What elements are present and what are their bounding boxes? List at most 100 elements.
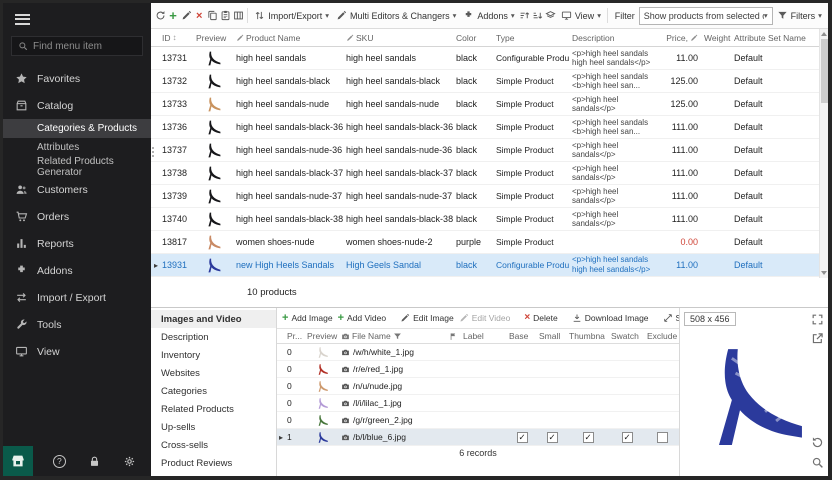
checkbox-exclude[interactable]	[657, 432, 668, 443]
detail-tab[interactable]: Categories	[151, 382, 276, 400]
add-video-button[interactable]: +Add Video	[338, 313, 387, 324]
add-product-button[interactable]: +	[167, 6, 179, 26]
column-header-product-name[interactable]: Product Name	[233, 33, 343, 43]
menu-icon[interactable]	[3, 3, 43, 31]
copy-button[interactable]	[206, 6, 218, 26]
delete-button[interactable]: ×	[193, 6, 205, 26]
paste-button[interactable]	[219, 6, 231, 26]
image-row[interactable]: 0 /r/e/red_1.jpg	[277, 361, 679, 378]
column-header-type[interactable]: Type	[493, 33, 569, 43]
sidebar-item-related-products-generator[interactable]: Related Products Generator	[3, 157, 151, 176]
vertical-scrollbar[interactable]	[819, 29, 828, 278]
image-row[interactable]: ▸ 1 /b/l/blue_6.jpg ✓ ✓ ✓ ✓	[277, 429, 679, 446]
sidebar-item-favorites[interactable]: Favorites	[3, 65, 151, 92]
edit-button[interactable]	[180, 6, 192, 26]
columns-button[interactable]	[232, 6, 244, 26]
product-row[interactable]: 13731 high heel sandals high heel sandal…	[151, 47, 819, 70]
add-image-button[interactable]: +Add Image	[282, 313, 333, 324]
sidebar-item-tools[interactable]: Tools	[3, 311, 151, 338]
product-row[interactable]: 13732 high heel sandals-black high heel …	[151, 70, 819, 93]
sort-descending-button[interactable]	[532, 6, 544, 26]
column-header-preview[interactable]: Preview	[193, 33, 233, 43]
view-menu[interactable]: View▾	[558, 6, 604, 26]
addons-menu[interactable]: Addons▾	[460, 6, 517, 26]
search-input[interactable]	[33, 41, 136, 52]
product-row[interactable]: 13740 high heel sandals-black-38 high he…	[151, 208, 819, 231]
image-row[interactable]: 0 /n/u/nude.jpg	[277, 378, 679, 395]
filters-menu[interactable]: Filters▾	[774, 6, 825, 26]
store-manager-icon[interactable]	[3, 446, 33, 476]
open-external-icon[interactable]	[811, 332, 824, 345]
sort-ascending-button[interactable]	[519, 6, 531, 26]
product-row[interactable]: 13738 high heel sandals-black-37 high he…	[151, 162, 819, 185]
detail-tab[interactable]: Product Reviews	[151, 454, 276, 472]
column-header-price[interactable]: Price,	[657, 33, 701, 43]
column-header-weight[interactable]: Weight	[701, 33, 731, 43]
column-header-description[interactable]: Description	[569, 33, 657, 43]
checkbox-thumbnail[interactable]: ✓	[583, 432, 594, 443]
image-row[interactable]: 0 /w/h/white_1.jpg	[277, 344, 679, 361]
refresh-button[interactable]	[154, 6, 166, 26]
edit-video-button[interactable]: Edit Video	[459, 313, 511, 323]
detail-tab[interactable]: Images and Video	[151, 310, 276, 328]
checkbox-base[interactable]: ✓	[517, 432, 528, 443]
detail-tab[interactable]: Inventory	[151, 346, 276, 364]
column-header-swatch[interactable]: Swatch	[609, 331, 645, 341]
delete-image-button[interactable]: ×Delete	[524, 313, 557, 323]
detail-tab[interactable]: Cross-sells	[151, 436, 276, 454]
zoom-icon[interactable]	[811, 456, 824, 469]
sidebar-item-addons[interactable]: Addons	[3, 257, 151, 284]
detail-tab[interactable]: Description	[151, 328, 276, 346]
scroll-up-arrow[interactable]	[821, 32, 827, 36]
sidebar-item-customers[interactable]: Customers	[3, 176, 151, 203]
product-row[interactable]: 13739 high heel sandals-nude-37 high hee…	[151, 185, 819, 208]
column-header-thumbnail[interactable]: Thumbna	[567, 331, 609, 341]
set-resize-rule-button[interactable]: Set Resize Rule	[663, 313, 679, 323]
preview-image[interactable]	[695, 332, 813, 462]
checkbox-small[interactable]: ✓	[547, 432, 558, 443]
column-header-sku[interactable]: SKU	[343, 33, 453, 43]
edit-image-button[interactable]: Edit Image	[400, 313, 454, 323]
column-header-file-name[interactable]: File Name	[339, 331, 447, 341]
column-header-flag[interactable]	[447, 332, 461, 341]
multi-editors-menu[interactable]: Multi Editors & Changers▾	[333, 6, 459, 26]
rotate-icon[interactable]	[811, 436, 824, 449]
column-header-small[interactable]: Small	[537, 331, 567, 341]
detail-tab[interactable]: Up-sells	[151, 418, 276, 436]
sidebar-item-import-export[interactable]: Import / Export	[3, 284, 151, 311]
product-row[interactable]: 13737 high heel sandals-nude-36 high hee…	[151, 139, 819, 162]
column-header-position[interactable]: Pr...	[285, 331, 305, 341]
sidebar-item-categories-products[interactable]: Categories & Products	[3, 119, 151, 138]
checkbox-swatch[interactable]: ✓	[622, 432, 633, 443]
column-header-label[interactable]: Label	[461, 331, 507, 341]
column-header-id[interactable]: ID↕	[159, 33, 193, 43]
detail-tab[interactable]: Websites	[151, 364, 276, 382]
product-row[interactable]: ▸ 13931 new High Heels Sandals High Geel…	[151, 254, 819, 277]
product-row[interactable]: 13733 high heel sandals-nude high heel s…	[151, 93, 819, 116]
help-icon[interactable]: ?	[50, 452, 68, 470]
fullscreen-icon[interactable]	[811, 313, 824, 326]
scroll-down-arrow[interactable]	[821, 271, 827, 275]
sidebar-item-view[interactable]: View	[3, 338, 151, 365]
download-image-button[interactable]: Download Image	[572, 313, 649, 323]
sidebar-item-orders[interactable]: Orders	[3, 203, 151, 230]
scrollbar-thumb[interactable]	[821, 39, 828, 103]
settings-gear-icon[interactable]	[121, 452, 139, 470]
lock-icon[interactable]	[86, 452, 104, 470]
group-button[interactable]	[545, 6, 557, 26]
column-header-exclude[interactable]: Exclude	[645, 331, 679, 341]
product-row[interactable]: 13817 women shoes-nude women shoes-nude-…	[151, 231, 819, 254]
column-header-preview[interactable]: Preview	[305, 331, 339, 341]
column-header-color[interactable]: Color	[453, 33, 493, 43]
category-filter-dropdown[interactable]: Show products from selected categories▾	[639, 7, 773, 25]
product-row[interactable]: 13736 high heel sandals-black-36 high he…	[151, 116, 819, 139]
sidebar-item-reports[interactable]: Reports	[3, 230, 151, 257]
sidebar-item-attributes[interactable]: Attributes	[3, 138, 151, 157]
sidebar-item-catalog[interactable]: Catalog	[3, 92, 151, 119]
image-row[interactable]: 0 /g/r/green_2.jpg	[277, 412, 679, 429]
column-header-base[interactable]: Base	[507, 331, 537, 341]
column-header-attribute-set[interactable]: Attribute Set Name	[731, 33, 819, 43]
image-row[interactable]: 0 /l/i/lilac_1.jpg	[277, 395, 679, 412]
panel-splitter-handle[interactable]	[151, 139, 155, 165]
detail-tab[interactable]: Related Products	[151, 400, 276, 418]
